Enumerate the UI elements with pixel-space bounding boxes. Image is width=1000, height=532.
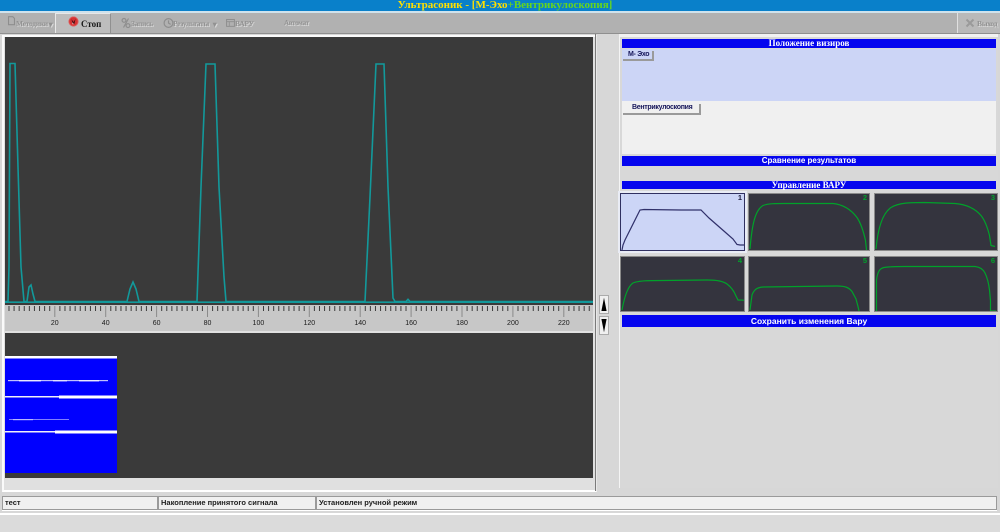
svg-text:180: 180 [456,320,468,327]
svg-text:20: 20 [51,320,59,327]
svg-text:80: 80 [204,320,212,327]
svg-text:200: 200 [507,320,519,327]
svg-text:100: 100 [253,320,265,327]
svg-text:120: 120 [303,320,315,327]
svg-text:140: 140 [354,320,366,327]
svg-text:40: 40 [102,320,110,327]
svg-text:220: 220 [558,320,570,327]
svg-text:60: 60 [153,320,161,327]
svg-text:160: 160 [405,320,417,327]
